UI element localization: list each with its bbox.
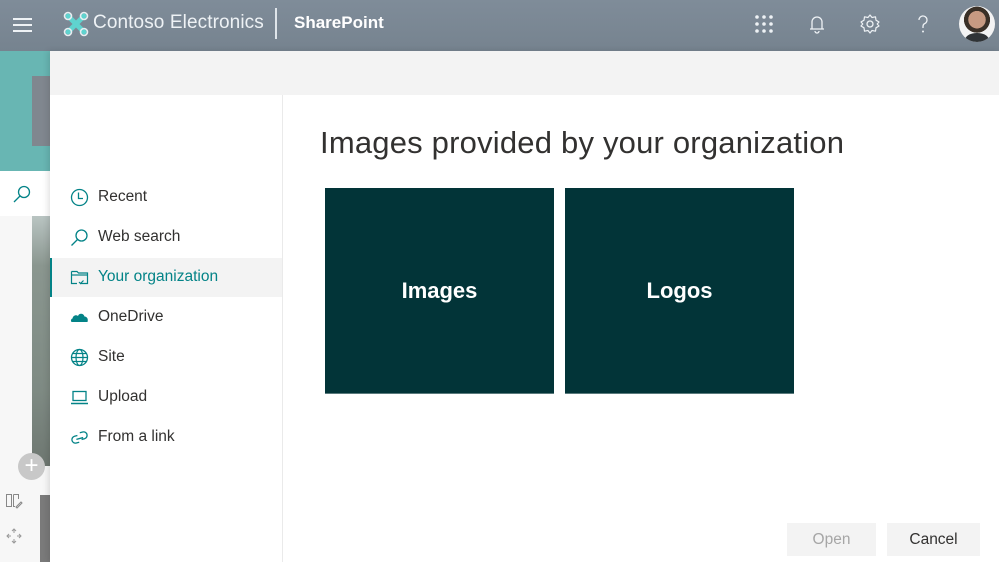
- clock-icon: [70, 188, 89, 207]
- nav-label: Upload: [98, 388, 148, 405]
- open-button[interactable]: Open: [787, 523, 876, 556]
- background-hero-block: [32, 76, 50, 146]
- nav-label: Your organization: [98, 268, 219, 285]
- nav-label: From a link: [98, 428, 175, 445]
- nav-label: Site: [98, 348, 125, 365]
- app-launcher-icon[interactable]: [753, 13, 775, 35]
- folder-check-icon: [70, 270, 89, 285]
- nav-item-upload[interactable]: Upload: [50, 378, 282, 417]
- nav-item-site[interactable]: Site: [50, 338, 282, 377]
- search-icon[interactable]: [12, 184, 32, 204]
- app-name[interactable]: SharePoint: [294, 13, 384, 33]
- search-icon: [71, 229, 88, 246]
- link-icon: [71, 431, 88, 444]
- nav-label: Web search: [98, 228, 181, 245]
- nav-item-onedrive[interactable]: OneDrive: [50, 298, 282, 337]
- content-title: Images provided by your organization: [320, 125, 845, 160]
- tile-label: Logos: [646, 277, 713, 303]
- panel-header: [50, 51, 999, 95]
- cloud-icon: [70, 313, 88, 322]
- globe-icon: [70, 348, 89, 367]
- nav-label: Recent: [98, 188, 148, 205]
- laptop-icon: [71, 390, 88, 405]
- contoso-logo-icon: [63, 11, 89, 37]
- background-image: [32, 216, 50, 466]
- add-section-icon[interactable]: +: [18, 453, 45, 480]
- background-search-row: [0, 171, 50, 216]
- user-avatar[interactable]: [959, 6, 995, 42]
- brand-name[interactable]: Contoso Electronics: [93, 12, 264, 34]
- move-icon[interactable]: [5, 527, 23, 545]
- tile-logos[interactable]: Logos: [565, 188, 794, 394]
- nav-item-recent[interactable]: Recent: [50, 178, 282, 217]
- gear-icon[interactable]: [859, 13, 881, 35]
- background-image-2: [40, 495, 50, 562]
- help-icon[interactable]: [912, 13, 934, 35]
- bell-icon[interactable]: [806, 13, 828, 35]
- nav-item-from-a-link[interactable]: From a link: [50, 418, 282, 457]
- hamburger-icon[interactable]: [13, 18, 32, 32]
- suite-header: Contoso Electronics SharePoint: [0, 0, 999, 51]
- header-divider: [275, 8, 277, 39]
- tile-label: Images: [401, 277, 478, 303]
- cancel-button[interactable]: Cancel: [887, 523, 980, 556]
- nav-label: OneDrive: [98, 308, 164, 325]
- nav-item-web-search[interactable]: Web search: [50, 218, 282, 257]
- edit-webpart-icon[interactable]: [5, 492, 23, 510]
- file-picker-panel: Recent Web search Your organization OneD…: [50, 51, 999, 562]
- picker-nav: Recent Web search Your organization OneD…: [50, 95, 283, 562]
- tile-images[interactable]: Images: [325, 188, 554, 394]
- nav-item-your-organization[interactable]: Your organization: [50, 258, 282, 297]
